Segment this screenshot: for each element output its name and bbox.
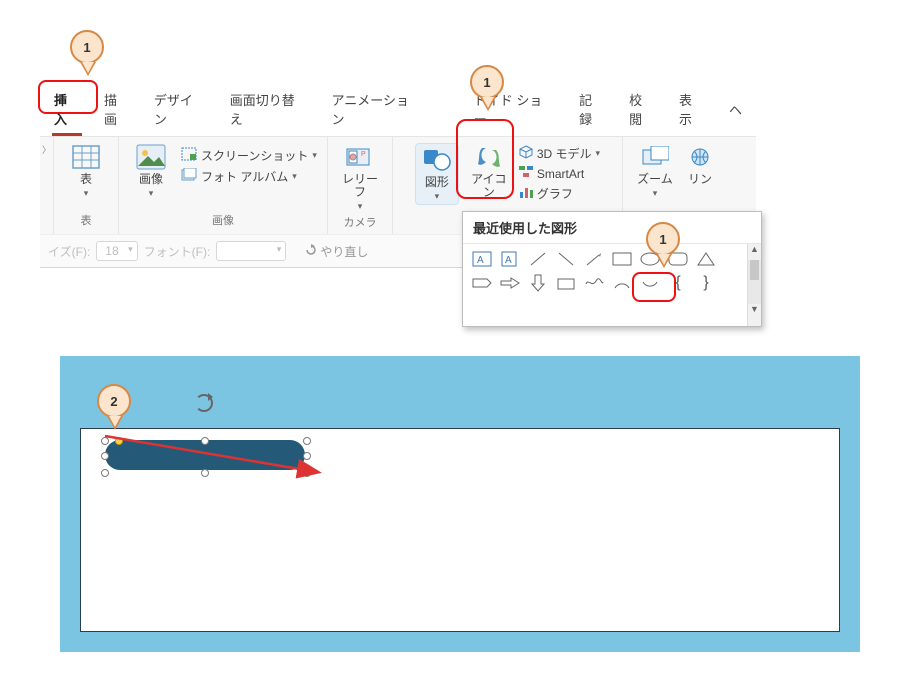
3d-model-button[interactable]: 3D モデル ▾ (519, 145, 600, 162)
svg-text:A: A (477, 255, 484, 266)
shape-rect-icon[interactable] (611, 250, 633, 268)
screenshot-button[interactable]: スクリーンショット ▾ (181, 147, 317, 164)
shape-rbrace-icon[interactable]: } (695, 274, 717, 292)
callout-1c: 1 (646, 222, 680, 256)
shape-textbox-icon[interactable]: A (471, 250, 493, 268)
shape-scribble-icon[interactable] (583, 274, 605, 292)
callout-1b: 1 (470, 65, 504, 99)
shape-arc-icon[interactable] (611, 274, 633, 292)
shape-rect2-icon[interactable] (555, 274, 577, 292)
shape-rarrow-icon[interactable] (499, 274, 521, 292)
tab-view[interactable]: 表示 (669, 84, 715, 136)
shapes-dropdown: 最近使用した図形 A A { } (462, 211, 762, 327)
shapes-dropdown-title: 最近使用した図形 (463, 212, 761, 244)
tab-record[interactable]: 記録 (569, 84, 615, 136)
size-label: イズ(F): (48, 243, 90, 260)
group-images: 画像 ▾ スクリーンショット ▾ フォト アルバム ▾ (119, 137, 328, 234)
shapes-dropdown-scrollbar[interactable]: ▲ ▼ (747, 244, 761, 326)
shape-arc2-icon[interactable] (639, 274, 661, 292)
tab-help-truncated[interactable]: ヘ (719, 94, 752, 127)
rotate-handle[interactable] (195, 394, 213, 412)
tab-review[interactable]: 校閲 (619, 84, 665, 136)
shape-lbrace-icon[interactable]: { (667, 274, 689, 292)
tab-transition[interactable]: 画面切り替え (220, 84, 318, 136)
smartart-icon (519, 166, 533, 181)
redo-button[interactable]: やり直し (304, 243, 368, 260)
ribbon-tabs: 挿入 描画 デザイン 画面切り替え アニメーション ドイド ショー 記録 校閲 … (40, 78, 756, 136)
relief-icon: P (345, 143, 375, 171)
zoom-icon (640, 143, 670, 171)
tab-insert[interactable]: 挿入 (44, 84, 90, 136)
shape-darrow-icon[interactable] (527, 274, 549, 292)
slide-canvas-area (60, 356, 860, 652)
callout-2: 2 (97, 384, 131, 418)
album-icon (181, 168, 197, 185)
drag-arrow-icon (101, 432, 331, 480)
relief-button[interactable]: P レリーフ ▾ (338, 143, 382, 212)
images-button[interactable]: 画像 ▾ (129, 143, 173, 199)
icons-icon (474, 143, 504, 171)
smartart-button[interactable]: SmartArt (519, 166, 600, 181)
group-label-images: 画像 (212, 210, 234, 232)
slide[interactable] (80, 428, 840, 632)
callout-1a: 1 (70, 30, 104, 64)
redo-icon (304, 244, 318, 259)
screenshot-icon (181, 147, 197, 164)
font-combo[interactable] (216, 241, 286, 261)
cube-icon (519, 145, 533, 162)
link-icon (685, 143, 715, 171)
size-combo[interactable]: 18 (96, 241, 137, 261)
shape-arrowline-icon[interactable] (583, 250, 605, 268)
table-icon (71, 143, 101, 171)
link-button[interactable]: リン (685, 143, 715, 186)
table-button[interactable]: 表 ▾ (64, 143, 108, 199)
shape-triangle-icon[interactable] (695, 250, 717, 268)
tab-draw[interactable]: 描画 (94, 84, 140, 136)
tab-design[interactable]: デザイン (144, 84, 216, 136)
photo-album-button[interactable]: フォト アルバム ▾ (181, 168, 317, 185)
shapes-icon (422, 146, 452, 174)
shape-vtextbox-icon[interactable]: A (499, 250, 521, 268)
shape-ribbon-icon[interactable] (471, 274, 493, 292)
shape-line-icon[interactable] (527, 250, 549, 268)
zoom-button[interactable]: ズーム ▾ (633, 143, 677, 199)
svg-text:P: P (361, 151, 366, 158)
svg-text:A: A (505, 255, 512, 266)
font-label: フォント(F): (144, 243, 211, 260)
graph-button[interactable]: グラフ (519, 185, 600, 202)
shapes-recent-grid: A A { } . (463, 244, 747, 326)
group-label-camera: カメラ (343, 212, 376, 234)
shape-line2-icon[interactable] (555, 250, 577, 268)
picture-icon (136, 143, 166, 171)
group-table: 表 ▾ 表 (54, 137, 119, 234)
group-camera: P レリーフ ▾ カメラ (328, 137, 393, 234)
icons-button[interactable]: アイコン (467, 143, 511, 199)
shapes-button[interactable]: 図形 ▾ (415, 143, 459, 205)
bar-chart-icon (519, 186, 533, 201)
tab-animation[interactable]: アニメーション (322, 84, 432, 136)
group-label-table: 表 (81, 210, 92, 232)
